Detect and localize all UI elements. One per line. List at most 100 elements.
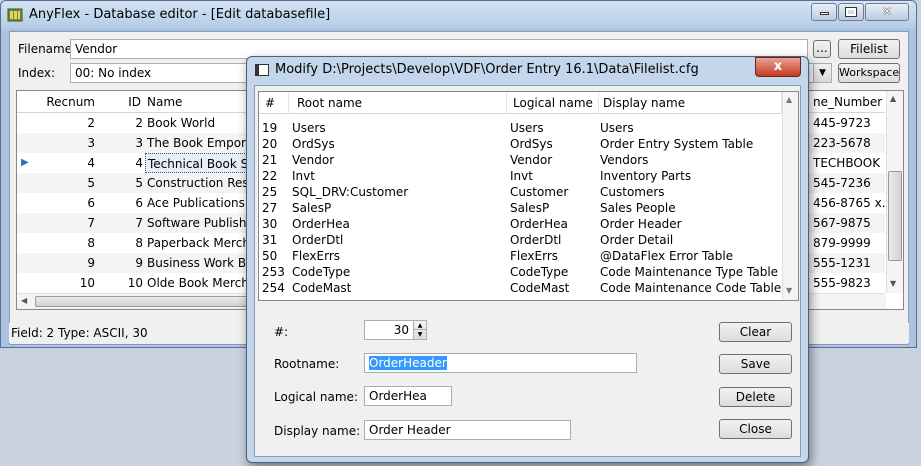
item-display: Code Maintenance Code Table xyxy=(600,281,782,295)
spin-down-icon[interactable]: ▼ xyxy=(414,330,426,339)
list-item[interactable]: 31 OrderDtl OrderDtl Order Detail xyxy=(259,230,782,247)
current-row-arrow-icon: ▶ xyxy=(21,157,29,168)
cell-recnum: 2 xyxy=(87,116,95,130)
cell-name: Ace Publications xyxy=(147,196,245,210)
list-item[interactable]: 253 CodeType CodeType Code Maintenance Type… xyxy=(259,262,782,279)
scroll-up-icon[interactable]: ▲ xyxy=(786,95,792,104)
num-spinner[interactable]: ▲ ▼ xyxy=(413,320,427,340)
list-item[interactable]: 19 Users Users Users xyxy=(259,118,782,135)
cell-recnum: 4 xyxy=(87,156,95,170)
list-item[interactable]: 50 FlexErrs FlexErrs @DataFlex Error Table xyxy=(259,246,782,263)
maximize-button[interactable] xyxy=(838,3,864,21)
close-icon: x xyxy=(773,59,783,74)
cell-name: Book World xyxy=(147,116,216,130)
app-icon xyxy=(7,8,23,22)
rootname-label: Rootname: xyxy=(274,357,340,371)
listview-vertical-scrollbar[interactable]: ▲ ▼ xyxy=(782,92,798,300)
num-label: #: xyxy=(274,325,289,339)
cell-name: Construction Resou xyxy=(147,176,255,190)
cell-id: 10 xyxy=(127,276,143,290)
cell-id: 2 xyxy=(135,116,143,130)
close-button[interactable]: Close xyxy=(719,419,792,439)
list-item[interactable]: 27 SalesP SalesP Sales People xyxy=(259,198,782,215)
display-name-field[interactable]: Order Header xyxy=(364,420,571,440)
num-field[interactable]: 30 xyxy=(364,320,414,340)
filelist-listview[interactable]: # Root name Logical name Display name 19… xyxy=(258,91,799,301)
cell-recnum: 6 xyxy=(87,196,95,210)
rootname-field[interactable]: OrderHeader xyxy=(364,353,637,373)
list-item[interactable]: 30 OrderHea OrderHea Order Header xyxy=(259,214,782,231)
dialog-title-bar[interactable]: Modify D:\Projects\Develop\VDF\Order Ent… xyxy=(247,57,808,83)
grid-scroll-thumb[interactable] xyxy=(888,171,902,261)
list-item[interactable]: 21 Vendor Vendor Vendors xyxy=(259,150,782,167)
cell-id: 6 xyxy=(135,196,143,210)
save-button[interactable]: Save xyxy=(719,354,792,374)
cell-phone: TECHBOOK xyxy=(813,156,881,170)
cell-recnum: 7 xyxy=(87,216,95,230)
column-header-id[interactable]: ID xyxy=(97,91,141,113)
column-header-root-name[interactable]: Root name xyxy=(289,92,507,114)
scroll-left-icon[interactable]: ◀ xyxy=(21,296,27,305)
index-dropdown-button[interactable]: ▼ xyxy=(813,64,831,82)
cell-phone: 456-8765 x.88 xyxy=(813,196,885,210)
list-item[interactable]: 25 SQL_DRV:Customer Customer Customers xyxy=(259,182,782,199)
grid-vertical-scrollbar[interactable]: ▲ ▼ xyxy=(886,91,903,293)
listview-header: # Root name Logical name Display name xyxy=(259,92,782,114)
cell-recnum: 10 xyxy=(79,276,95,290)
close-window-button[interactable]: ✕ xyxy=(865,3,909,21)
cell-id: 5 xyxy=(135,176,143,190)
status-text: Field: 2 Type: ASCII, 30 xyxy=(11,326,148,340)
display-name-label: Display name: xyxy=(274,424,361,438)
minimize-button[interactable] xyxy=(811,3,837,21)
item-num: 254 xyxy=(262,281,285,295)
main-window-title: AnyFlex - Database editor - [Edit databa… xyxy=(29,7,331,22)
column-header-recnum[interactable]: Recnum xyxy=(37,91,95,113)
scroll-up-icon[interactable]: ▲ xyxy=(890,94,896,103)
scroll-down-icon[interactable]: ▼ xyxy=(890,279,896,288)
scroll-down-icon[interactable]: ▼ xyxy=(786,286,792,295)
dialog-window-icon xyxy=(255,64,269,76)
cell-id: 4 xyxy=(135,156,143,170)
logical-name-field[interactable]: OrderHea xyxy=(364,386,452,406)
cell-name: Olde Book Merchan xyxy=(147,276,255,290)
cell-recnum: 8 xyxy=(87,236,95,250)
workspace-button[interactable]: Workspace xyxy=(838,63,900,83)
clear-button[interactable]: Clear xyxy=(719,322,792,342)
cell-name-focused[interactable]: Technical Book Sup xyxy=(145,153,257,173)
column-header-name[interactable]: Name xyxy=(147,91,257,113)
delete-button[interactable]: Delete xyxy=(719,387,792,407)
column-header-display-name[interactable]: Display name xyxy=(599,92,782,114)
filename-label: Filename: xyxy=(18,42,77,56)
column-header-logical-name[interactable]: Logical name xyxy=(507,92,599,114)
maximize-icon xyxy=(845,7,857,17)
column-header-phone[interactable]: ne_Number xyxy=(813,91,885,113)
main-title-bar[interactable]: AnyFlex - Database editor - [Edit databa… xyxy=(1,1,916,29)
index-select-value: 00: No index xyxy=(75,66,152,80)
cell-phone: 223-5678 xyxy=(813,136,871,150)
list-item[interactable]: 20 OrdSys OrdSys Order Entry System Table xyxy=(259,134,782,151)
cell-recnum: 9 xyxy=(87,256,95,270)
cell-id: 8 xyxy=(135,236,143,250)
grid-hscroll-thumb[interactable] xyxy=(35,296,255,307)
browse-button[interactable]: ... xyxy=(813,40,831,58)
dialog-client-area: # Root name Logical name Display name 19… xyxy=(254,85,801,457)
cell-name: Business Work Book xyxy=(147,256,255,270)
dialog-close-button[interactable]: x xyxy=(755,57,801,77)
list-item[interactable]: 22 Invt Invt Inventory Parts xyxy=(259,166,782,183)
filelist-button[interactable]: Filelist xyxy=(838,39,900,59)
list-item[interactable]: 254 CodeMast CodeMast Code Maintenance Code… xyxy=(259,278,782,295)
cell-id: 9 xyxy=(135,256,143,270)
logical-name-label: Logical name: xyxy=(274,390,358,404)
cell-phone: 879-9999 xyxy=(813,236,871,250)
item-logical: CodeMast xyxy=(510,281,570,295)
column-header-num[interactable]: # xyxy=(259,92,289,114)
cell-name: Software Publishing xyxy=(147,216,255,230)
cell-id: 3 xyxy=(135,136,143,150)
cell-id: 7 xyxy=(135,216,143,230)
cell-phone: 545-7236 xyxy=(813,176,871,190)
spin-up-icon[interactable]: ▲ xyxy=(414,321,426,330)
cell-phone: 555-9823 xyxy=(813,276,871,290)
cell-phone: 567-9875 xyxy=(813,216,871,230)
cell-phone: 445-9723 xyxy=(813,116,871,130)
rootname-value: OrderHeader xyxy=(369,356,447,370)
